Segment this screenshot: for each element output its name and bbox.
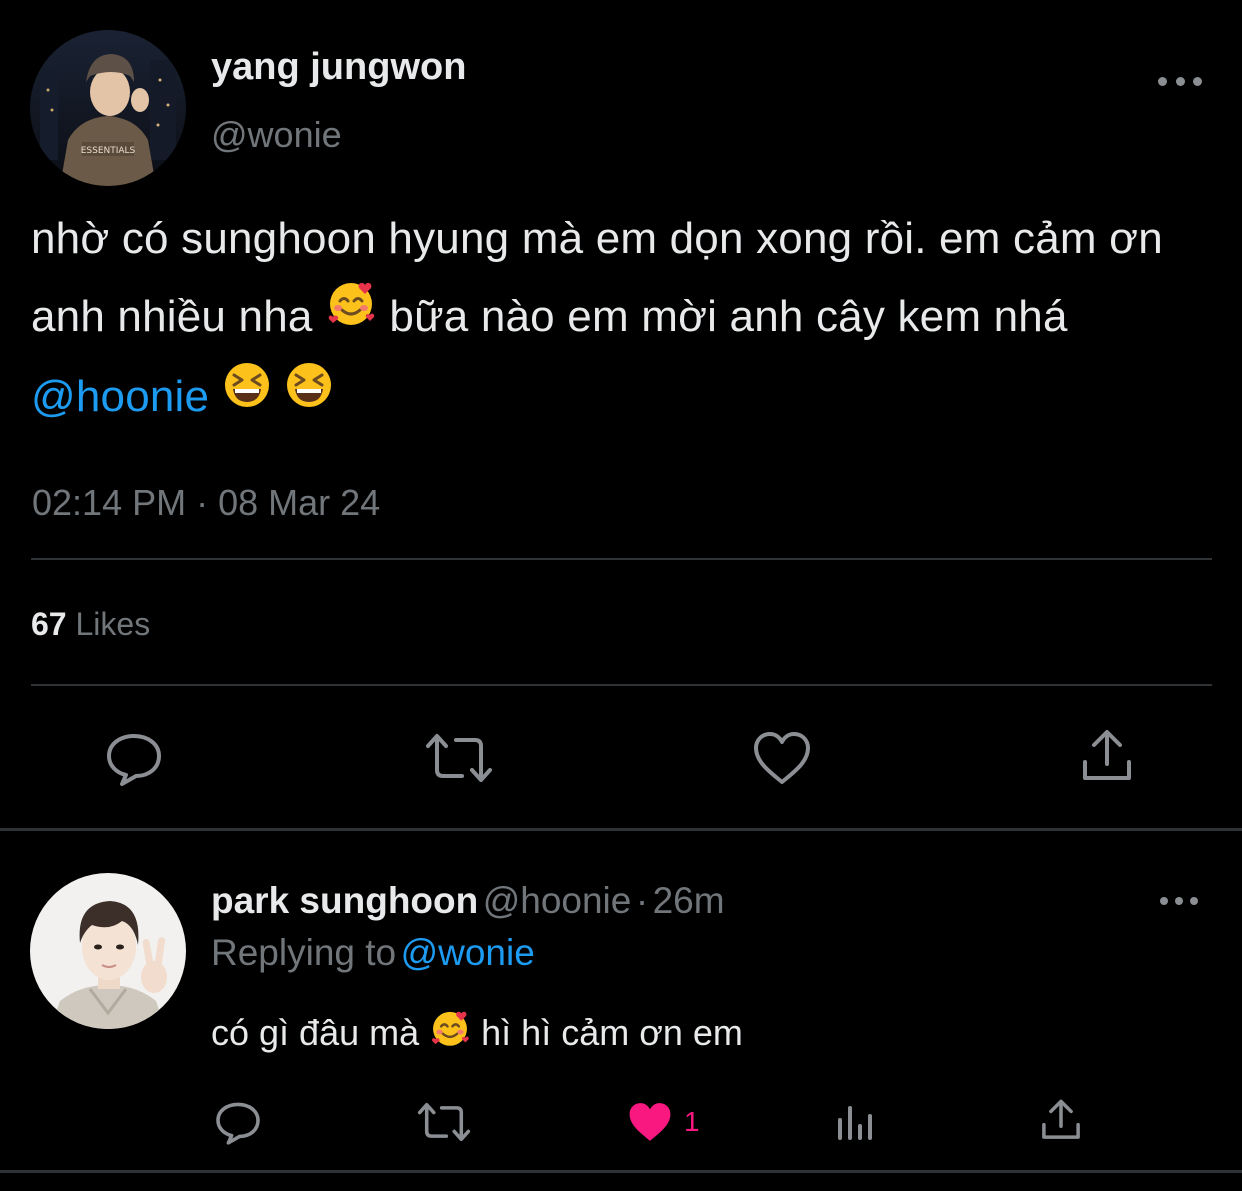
reply-icon[interactable] xyxy=(104,728,164,788)
grinning-squinting-face-emoji xyxy=(222,357,272,435)
likes-label: Likes xyxy=(75,606,151,642)
display-name[interactable]: yang jungwon xyxy=(211,46,466,89)
section-divider xyxy=(0,828,1242,831)
divider xyxy=(31,684,1212,686)
reply-header: park sunghoon @hoonie · 26m xyxy=(211,880,725,922)
avatar-yang-jungwon[interactable]: ESSENTIALS xyxy=(30,30,186,186)
smiling-face-with-hearts-emoji xyxy=(429,1007,471,1058)
reply-like-count: 1 xyxy=(684,1106,700,1137)
tweet-text-part2: bữa nào em mời anh cây kem nhá xyxy=(389,292,1068,341)
reply-handle[interactable]: @hoonie xyxy=(483,880,632,921)
user-handle[interactable]: @wonie xyxy=(211,114,342,156)
separator-dot: · xyxy=(635,880,649,921)
reply-text: có gì đâu mà hì hì cảm ơn em xyxy=(211,1010,743,1061)
reply-icon[interactable] xyxy=(214,1098,262,1146)
liked-heart-icon[interactable] xyxy=(626,1100,674,1144)
more-icon[interactable] xyxy=(1160,891,1198,911)
replying-to-handle[interactable]: @wonie xyxy=(401,932,535,973)
reply-text-part1: có gì đâu mà xyxy=(211,1012,420,1054)
replying-to-label: Replying to xyxy=(211,932,397,973)
reply-text-part2: hì hì cảm ơn em xyxy=(481,1012,743,1054)
likes-number: 67 xyxy=(31,606,67,642)
views-icon[interactable] xyxy=(836,1102,876,1142)
likes-summary[interactable]: 67 Likes xyxy=(31,606,150,643)
bottom-divider xyxy=(0,1170,1242,1173)
reply-display-name[interactable]: park sunghoon xyxy=(211,880,478,921)
share-icon[interactable] xyxy=(1040,1098,1082,1142)
retweet-icon[interactable] xyxy=(424,730,494,786)
replying-to: Replying to @wonie xyxy=(211,932,535,974)
reply-time[interactable]: 26m xyxy=(653,880,725,921)
tweet-text: nhờ có sunghoon hyung mà em dọn xong rồi… xyxy=(31,200,1236,439)
svg-text:ESSENTIALS: ESSENTIALS xyxy=(81,146,136,156)
share-icon[interactable] xyxy=(1080,728,1134,784)
smiling-face-with-hearts-emoji xyxy=(325,276,377,354)
retweet-icon[interactable] xyxy=(416,1100,472,1144)
tweet-timestamp[interactable]: 02:14 PM · 08 Mar 24 xyxy=(32,482,380,524)
more-icon[interactable] xyxy=(1158,71,1202,91)
grinning-squinting-face-emoji-2 xyxy=(284,357,334,435)
mention-link[interactable]: @hoonie xyxy=(31,372,209,421)
like-icon[interactable] xyxy=(752,730,812,786)
avatar-park-sunghoon[interactable] xyxy=(30,873,186,1029)
divider xyxy=(31,558,1212,560)
